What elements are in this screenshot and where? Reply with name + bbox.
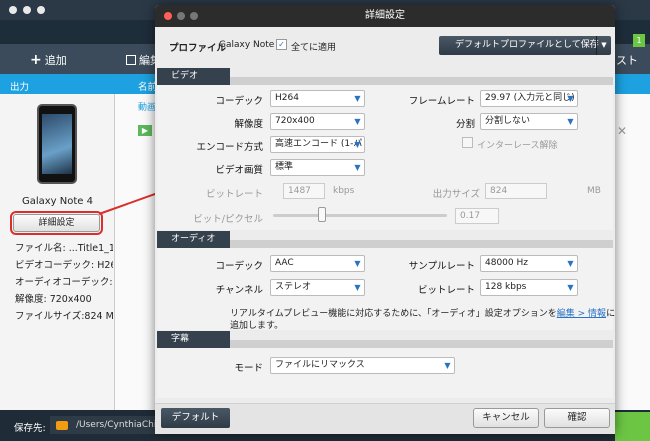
- encode-select[interactable]: 高速エンコード (1-パ ▼: [270, 136, 365, 153]
- split-select[interactable]: 分割しない ▼: [480, 113, 578, 130]
- minimize-window-button[interactable]: [23, 6, 31, 14]
- bpp-slider-thumb[interactable]: [318, 207, 326, 222]
- channel-select[interactable]: ステレオ ▼: [270, 279, 365, 296]
- convert-button[interactable]: [615, 412, 650, 441]
- apply-all-label: 全てに適用: [291, 43, 337, 53]
- dialog-close-button[interactable]: [164, 12, 172, 20]
- samplerate-label: サンプルレート: [408, 261, 475, 272]
- chevron-down-icon: ▼: [567, 117, 574, 126]
- bpp-label: ビット/ピクセル: [193, 214, 263, 225]
- split-label: 分割: [455, 119, 475, 130]
- audio-bitrate-select[interactable]: 128 kbps ▼: [480, 279, 578, 296]
- video-codec-select[interactable]: H264 ▼: [270, 90, 365, 107]
- dialog-title: 詳細設定: [155, 5, 615, 27]
- folder-icon[interactable]: [56, 421, 68, 430]
- mb-unit: MB: [587, 186, 601, 196]
- profile-value: Galaxy Note 4: [219, 40, 283, 50]
- info-audio-codec: オーディオコーデック:: [15, 277, 113, 288]
- chevron-down-icon: ▼: [354, 163, 361, 172]
- dialog-minimize-button[interactable]: [177, 12, 185, 20]
- audio-bitrate-label: ビットレート: [417, 285, 475, 296]
- video-codec-label: コーデック: [215, 96, 263, 107]
- confirm-button[interactable]: 確認: [544, 408, 610, 428]
- row-title: 動画: [138, 103, 157, 113]
- bitrate-input[interactable]: 1487: [283, 183, 325, 199]
- framerate-label: フレームレート: [408, 96, 475, 107]
- edit-info-link[interactable]: 編集 > 情報: [557, 309, 606, 319]
- info-video-codec: ビデオコーデック: H26: [15, 260, 113, 271]
- detail-settings-dialog: 詳細設定 プロファイル Galaxy Note 4 ✓ 全てに適用 デフォルトプ…: [155, 5, 615, 434]
- list-button[interactable]: スト: [616, 52, 638, 68]
- chevron-down-icon: ▼: [354, 140, 361, 149]
- add-button[interactable]: + 追加: [30, 52, 67, 68]
- audio-codec-select[interactable]: AAC ▼: [270, 255, 365, 272]
- bpp-slider-track[interactable]: [273, 214, 447, 217]
- plus-icon: +: [30, 52, 42, 68]
- samplerate-select[interactable]: 48000 Hz ▼: [480, 255, 578, 272]
- channel-label: チャンネル: [215, 285, 263, 296]
- kbps-unit: kbps: [333, 186, 355, 196]
- chevron-down-icon: ▼: [567, 94, 574, 103]
- subtitle-mode-select[interactable]: ファイルにリマックス ▼: [270, 357, 455, 374]
- audio-section-header: オーディオ: [157, 231, 230, 248]
- deinterlace-label: インターレース解除: [477, 141, 558, 151]
- notification-badge: 1: [633, 34, 645, 47]
- close-icon[interactable]: ✕: [617, 124, 627, 138]
- close-window-button[interactable]: [9, 6, 17, 14]
- info-resolution: 解像度: 720x400: [15, 294, 92, 305]
- framerate-select[interactable]: 29.97 (入力元と同じ) ▼: [480, 90, 578, 107]
- chevron-down-icon: ▼: [567, 283, 574, 292]
- resolution-label: 解像度: [234, 119, 263, 130]
- save-label: 保存先:: [14, 423, 46, 434]
- audio-note-line2: 追加します。: [230, 321, 284, 331]
- bpp-input[interactable]: 0.17: [455, 208, 499, 224]
- edit-icon: [126, 55, 136, 65]
- chevron-down-icon[interactable]: ▼: [596, 36, 611, 55]
- chevron-down-icon: ▼: [354, 94, 361, 103]
- apply-all-checkbox[interactable]: ✓: [276, 39, 287, 50]
- chevron-down-icon: ▼: [354, 259, 361, 268]
- device-image: [37, 104, 77, 184]
- info-filesize: ファイルサイズ:824 MI: [15, 311, 113, 322]
- chevron-down-icon: ▼: [567, 259, 574, 268]
- resolution-select[interactable]: 720x400 ▼: [270, 113, 365, 130]
- encode-label: エンコード方式: [196, 142, 263, 153]
- chevron-down-icon: ▼: [354, 283, 361, 292]
- bitrate-label: ビットレート: [205, 189, 263, 200]
- audio-codec-label: コーデック: [215, 261, 263, 272]
- detail-settings-button[interactable]: 詳細設定: [10, 211, 103, 235]
- audio-note-line1: リアルタイムプレビュー機能に対応するために、「オーディオ」設定オプションを編集 …: [230, 309, 616, 319]
- save-default-profile-button[interactable]: デフォルトプロファイルとして保存: [439, 36, 611, 55]
- quality-select[interactable]: 標準 ▼: [270, 159, 365, 176]
- subtitle-section-header: 字幕: [157, 331, 230, 348]
- output-column-header: 出力: [10, 82, 30, 93]
- output-size-label: 出力サイズ: [432, 189, 480, 200]
- info-filename: ファイル名: ...Title1_1: [15, 243, 113, 254]
- chevron-down-icon: ▼: [354, 117, 361, 126]
- video-section-header: ビデオ: [157, 68, 230, 85]
- quality-label: ビデオ画質: [215, 165, 263, 176]
- deinterlace-checkbox[interactable]: [462, 137, 473, 148]
- play-icon[interactable]: ▶: [138, 125, 152, 136]
- profile-label: プロファイル: [169, 43, 227, 54]
- default-button[interactable]: デフォルト: [161, 408, 230, 428]
- zoom-window-button[interactable]: [37, 6, 45, 14]
- dialog-zoom-button[interactable]: [190, 12, 198, 20]
- output-size-input[interactable]: 824: [485, 183, 547, 199]
- chevron-down-icon: ▼: [444, 361, 451, 370]
- subtitle-mode-label: モード: [234, 363, 263, 374]
- cancel-button[interactable]: キャンセル: [473, 408, 539, 428]
